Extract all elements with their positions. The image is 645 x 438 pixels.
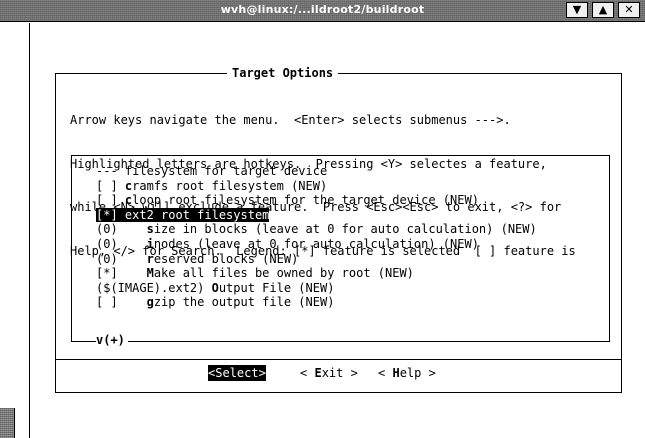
option-label: filesystem for target device <box>124 164 328 178</box>
option-hotkey: g <box>146 295 154 310</box>
option-item-content: [*] ext2 root filesystem <box>96 207 270 222</box>
option-item-content: ($(IMAGE).ext2) Output File (NEW) <box>96 281 334 295</box>
option-item[interactable]: [ ] cramfs root filesystem (NEW) <box>96 179 537 194</box>
option-prefix: [ ] <box>96 295 147 310</box>
window-titlebar[interactable]: wvh@linux:/...ildroot2/buildroot ▼ ▲ ✕ <box>0 0 645 22</box>
option-prefix: --- <box>96 164 125 178</box>
dialog-title: Target Options <box>227 66 339 80</box>
exit-hotkey: E <box>314 366 322 380</box>
option-prefix: [ ] <box>96 178 125 193</box>
option-item-content: [ ] cloop root filesystem for the target… <box>96 193 479 207</box>
window-title: wvh@linux:/...ildroot2/buildroot <box>220 3 425 16</box>
select-button[interactable]: <Select> <box>208 365 266 381</box>
option-hotkey: O <box>211 280 219 295</box>
option-item[interactable]: (0) inodes (leave at 0 for auto calculat… <box>96 237 537 252</box>
option-label: ext2 root filesystem <box>124 207 270 222</box>
option-item[interactable]: [*] ext2 root filesystem <box>96 207 537 223</box>
help-line: Arrow keys navigate the menu. <Enter> se… <box>70 113 511 127</box>
option-label: ramfs root filesystem (NEW) <box>132 178 328 193</box>
exit-button[interactable]: < Exit > <box>300 365 358 381</box>
option-item[interactable]: --- filesystem for target device <box>96 164 537 179</box>
option-prefix: (0) <box>96 236 147 251</box>
shade-button[interactable]: ▼ <box>566 2 588 18</box>
help-hotkey: H <box>392 366 400 380</box>
option-prefix: (0) <box>96 251 147 266</box>
option-item[interactable]: [ ] cloop root filesystem for the target… <box>96 193 537 208</box>
option-item-content: [ ] gzip the output file (NEW) <box>96 295 334 309</box>
option-prefix: [*] <box>96 207 125 222</box>
option-label: ake all files be owned by root (NEW) <box>153 266 414 281</box>
option-item-content: [*] Make all files be owned by root (NEW… <box>96 266 414 280</box>
help-button[interactable]: < Help > <box>378 365 436 381</box>
option-prefix: (0) <box>96 222 147 237</box>
option-item-content: (0) size in blocks (leave at 0 for auto … <box>96 222 537 236</box>
window-corner-grip[interactable] <box>0 408 15 438</box>
option-hotkey: i <box>146 236 154 251</box>
option-item-content: --- filesystem for target device <box>96 164 327 178</box>
option-label: zip the output file (NEW) <box>153 295 335 310</box>
option-prefix: [*] <box>96 266 147 281</box>
options-list: --- filesystem for target device[ ] cram… <box>96 164 537 310</box>
scroll-more-indicator: v(+) <box>96 333 128 347</box>
option-item-content: (0) inodes (leave at 0 for auto calculat… <box>96 237 479 251</box>
maximize-button[interactable]: ▲ <box>592 2 614 18</box>
option-prefix: [ ] <box>96 193 125 208</box>
option-label: ize in blocks (leave at 0 for auto calcu… <box>153 222 537 237</box>
option-label: loop root filesystem for the target devi… <box>132 193 479 208</box>
option-label: utput File (NEW) <box>218 280 335 295</box>
option-label: eserved blocks (NEW) <box>153 251 299 266</box>
exit-button-pre: < <box>300 366 315 380</box>
option-prefix: ($(IMAGE).ext2) <box>96 280 212 295</box>
dialog-buttons: <Select> < Exit > < Help > <box>0 365 645 381</box>
option-item[interactable]: (0) size in blocks (leave at 0 for auto … <box>96 222 537 237</box>
option-label: nodes (leave at 0 for auto calculation) … <box>153 236 479 251</box>
close-button[interactable]: ✕ <box>618 2 640 18</box>
option-item[interactable]: (0) reserved blocks (NEW) <box>96 252 537 267</box>
option-hotkey: s <box>146 222 154 237</box>
option-hotkey: r <box>146 251 154 266</box>
dialog-separator <box>56 359 621 360</box>
option-hotkey: M <box>146 266 154 281</box>
option-item[interactable]: ($(IMAGE).ext2) Output File (NEW) <box>96 281 537 296</box>
help-button-rest: elp > <box>399 366 436 380</box>
exit-button-rest: xit > <box>321 366 358 380</box>
option-item-content: (0) reserved blocks (NEW) <box>96 252 298 266</box>
help-button-pre: < <box>378 366 393 380</box>
option-item[interactable]: [*] Make all files be owned by root (NEW… <box>96 266 537 281</box>
option-item[interactable]: [ ] gzip the output file (NEW) <box>96 295 537 310</box>
option-item-content: [ ] cramfs root filesystem (NEW) <box>96 179 327 193</box>
